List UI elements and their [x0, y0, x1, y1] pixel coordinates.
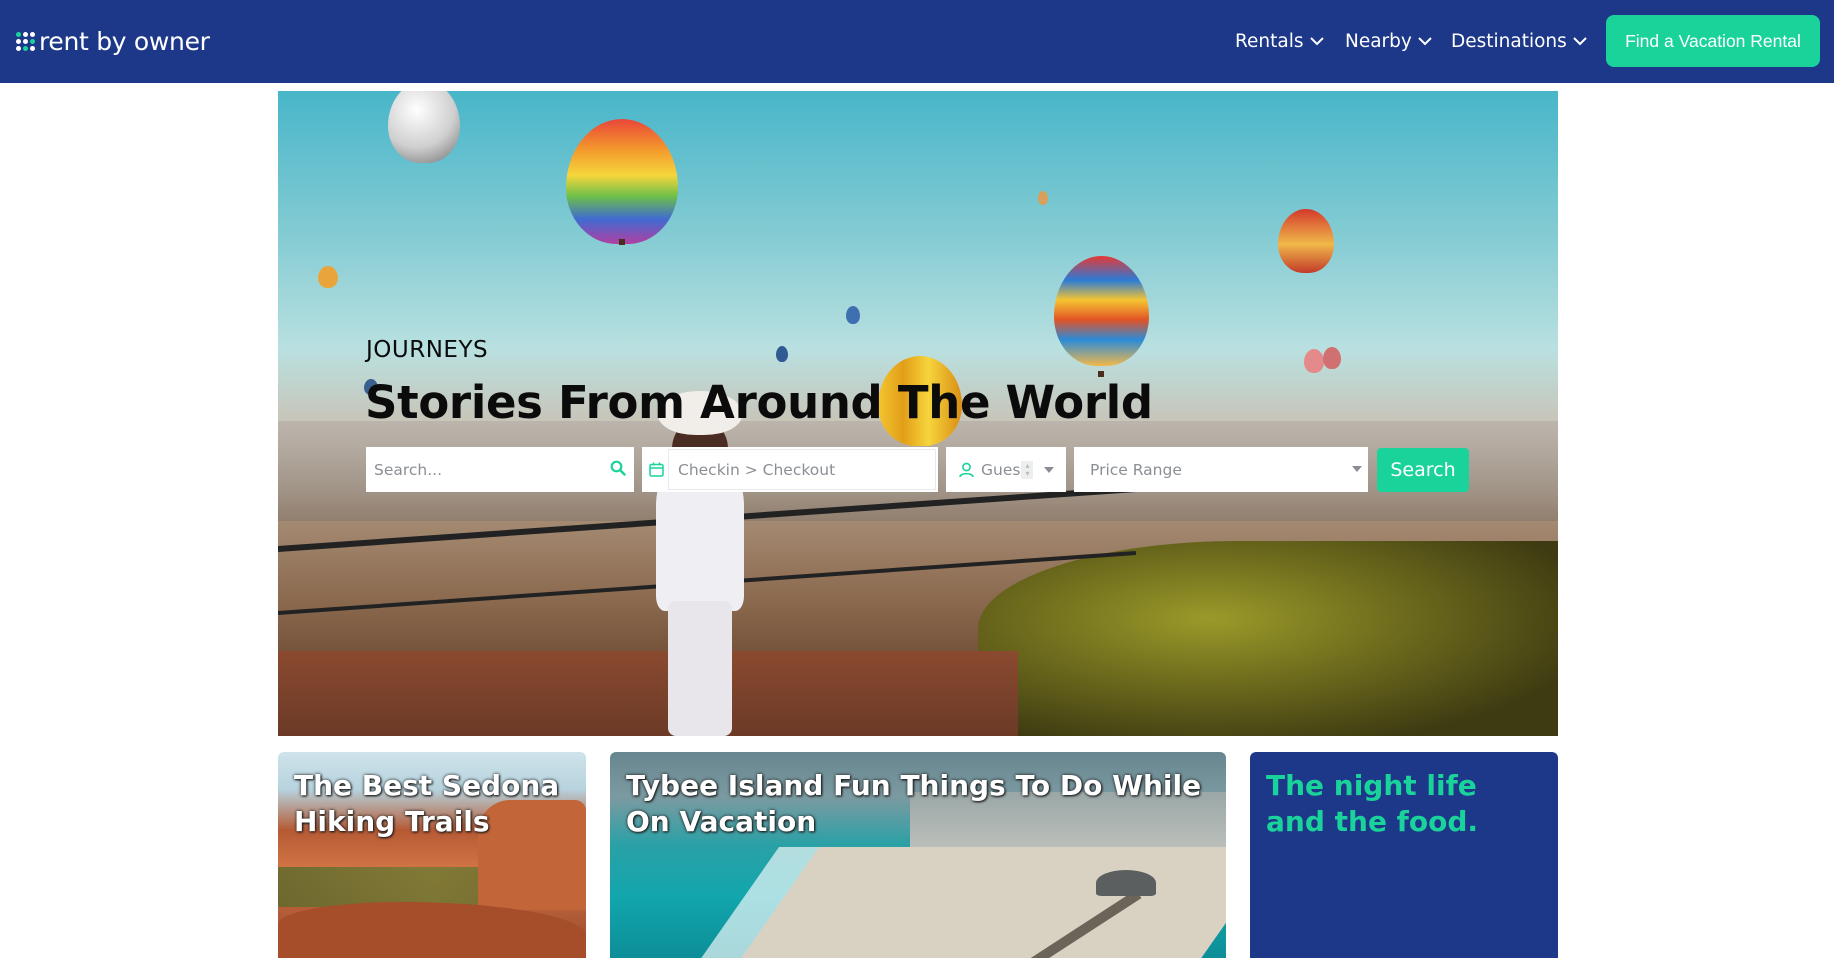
price-range-value: Price Range — [1090, 460, 1182, 479]
balloon-image — [1304, 349, 1324, 373]
top-navbar: rent by owner Rentals Nearby Destination… — [0, 0, 1834, 83]
card-title[interactable]: Tybee Island Fun Things To Do While On V… — [626, 768, 1212, 840]
guests-input[interactable]: Gues — [981, 461, 1020, 479]
logo-text: rent by owner — [39, 26, 210, 56]
balloon-image — [1323, 347, 1341, 369]
nav-item-destinations[interactable]: Destinations — [1451, 28, 1587, 54]
balloon-image — [566, 119, 678, 244]
article-card-tybee[interactable]: Tybee Island Fun Things To Do While On V… — [610, 752, 1226, 958]
hero-title: Stories From Around The World — [365, 376, 1153, 429]
card-title[interactable]: The Best Sedona Hiking Trails — [294, 768, 572, 840]
chevron-down-icon — [1418, 36, 1432, 45]
guests-icon — [959, 462, 974, 477]
article-card-sedona[interactable]: The Best Sedona Hiking Trails — [278, 752, 586, 958]
nav-item-label: Destinations — [1451, 30, 1567, 52]
guests-field[interactable]: Gues ▴ ▾ — [946, 447, 1066, 492]
balloon-image — [1278, 209, 1334, 273]
article-card-nightlife[interactable]: The night life and the food. — [1250, 752, 1558, 958]
search-input[interactable] — [366, 448, 596, 491]
balloon-image — [1038, 191, 1048, 205]
balloon-image — [846, 306, 860, 324]
chevron-down-icon — [1309, 36, 1324, 45]
card-title[interactable]: The night life and the food. — [1266, 768, 1544, 840]
nav-item-rentals[interactable]: Rentals — [1235, 28, 1324, 54]
chevron-down-icon — [1573, 36, 1587, 45]
balloon-image — [1054, 256, 1149, 366]
logo-dots-icon — [16, 31, 35, 51]
balloon-image — [318, 266, 338, 288]
traveler-image — [650, 391, 750, 736]
keyword-search-field[interactable] — [366, 447, 634, 492]
guests-stepper[interactable]: ▴ ▾ — [1021, 460, 1034, 479]
caret-down-icon[interactable] — [1044, 466, 1055, 473]
nav-item-label: Nearby — [1345, 30, 1412, 52]
balloon-image — [388, 91, 460, 163]
search-icon[interactable] — [610, 460, 626, 476]
nav-item-label: Rentals — [1235, 30, 1304, 52]
hero-eyebrow: JOURNEYS — [366, 337, 489, 363]
search-button[interactable]: Search — [1377, 448, 1469, 492]
caret-down-icon — [1352, 466, 1362, 472]
checkin-checkout-input[interactable]: Checkin > Checkout — [668, 449, 936, 490]
nav-item-nearby[interactable]: Nearby — [1345, 28, 1432, 54]
find-vacation-rental-button[interactable]: Find a Vacation Rental — [1606, 15, 1820, 67]
balloon-image — [776, 346, 788, 362]
calendar-icon — [649, 462, 664, 477]
card-image — [278, 902, 586, 958]
price-range-select[interactable]: Price Range — [1074, 447, 1368, 492]
brand-logo[interactable]: rent by owner — [16, 26, 210, 56]
date-range-field[interactable]: Checkin > Checkout — [642, 447, 938, 492]
